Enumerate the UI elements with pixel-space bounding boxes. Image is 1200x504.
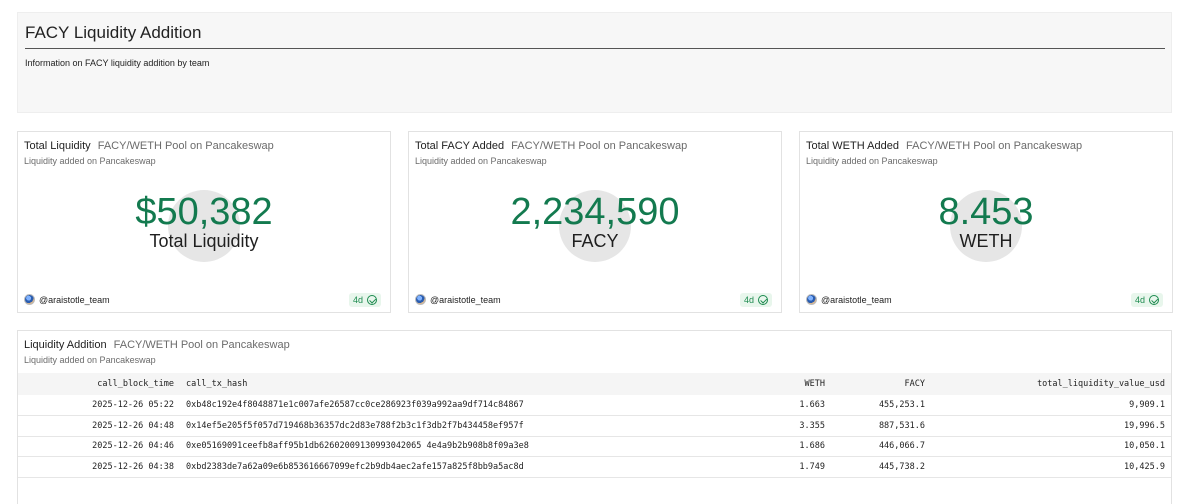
card-title[interactable]: Total Liquidity xyxy=(24,140,91,152)
avatar xyxy=(415,294,426,305)
age-badge: 4d xyxy=(739,293,772,307)
author-link[interactable]: @araistotle_team xyxy=(24,294,110,305)
counter-card-total-facy[interactable]: Total FACY Added FACY/WETH Pool on Panca… xyxy=(408,131,782,313)
cell-facy: 887,531.6 xyxy=(831,415,931,437)
cell-call-tx-hash: 0x14ef5e205f5f057d719468b36357dc2d83e788… xyxy=(180,415,741,437)
avatar xyxy=(24,294,35,305)
cell-call-block-time: 2025-12-26 04:48 xyxy=(18,415,180,437)
column-header-weth[interactable]: WETH xyxy=(741,373,831,395)
card-subtitle: FACY/WETH Pool on Pancakeswap xyxy=(113,339,290,351)
card-title[interactable]: Total WETH Added xyxy=(806,140,899,152)
table-row: 2025-12-26 04:46 0xe05169091ceefb8aff95b… xyxy=(18,436,1171,457)
card-subtitle: FACY/WETH Pool on Pancakeswap xyxy=(97,140,274,152)
counter-value: 2,234,590 xyxy=(510,191,680,233)
cell-call-tx-hash: 0xbd2383de7a62a09e6b853616667099efc2b9db… xyxy=(180,456,741,478)
age-text: 4d xyxy=(1134,295,1145,305)
card-title-row: Total Liquidity FACY/WETH Pool on Pancak… xyxy=(24,140,274,152)
cell-total-liquidity-value-usd: 9,909.1 xyxy=(931,395,1171,416)
card-description: Liquidity added on Pancakeswap xyxy=(415,156,547,166)
cell-weth: 1.663 xyxy=(741,395,831,416)
counter-card-total-liquidity[interactable]: Total Liquidity FACY/WETH Pool on Pancak… xyxy=(17,131,391,313)
card-description: Liquidity added on Pancakeswap xyxy=(24,156,156,166)
check-circle-icon xyxy=(758,295,768,305)
counter-value: 8.453 xyxy=(938,191,1034,233)
age-text: 4d xyxy=(743,295,754,305)
cell-total-liquidity-value-usd: 19,996.5 xyxy=(931,415,1171,437)
table-header-row: call_block_time call_tx_hash WETH FACY t… xyxy=(18,373,1171,395)
cell-total-liquidity-value-usd: 10,050.1 xyxy=(931,436,1171,457)
card-subtitle: FACY/WETH Pool on Pancakeswap xyxy=(511,140,688,152)
column-header-call-tx-hash[interactable]: call_tx_hash xyxy=(180,373,741,395)
check-circle-icon xyxy=(1149,295,1159,305)
card-title-row: Total WETH Added FACY/WETH Pool on Panca… xyxy=(806,140,1082,152)
cell-weth: 1.749 xyxy=(741,456,831,478)
cell-call-block-time: 2025-12-26 04:46 xyxy=(18,436,180,457)
results-table: call_block_time call_tx_hash WETH FACY t… xyxy=(18,373,1171,478)
column-header-facy[interactable]: FACY xyxy=(831,373,931,395)
page-title: FACY Liquidity Addition xyxy=(25,23,202,42)
card-title[interactable]: Liquidity Addition xyxy=(24,339,107,351)
cell-facy: 455,253.1 xyxy=(831,395,931,416)
age-text: 4d xyxy=(352,295,363,305)
counter-value: $50,382 xyxy=(135,191,273,233)
header-divider xyxy=(25,48,1165,49)
age-badge: 4d xyxy=(1130,293,1163,307)
counter-label: WETH xyxy=(959,231,1013,251)
cell-weth: 1.686 xyxy=(741,436,831,457)
card-description: Liquidity added on Pancakeswap xyxy=(24,355,156,365)
column-header-call-block-time[interactable]: call_block_time xyxy=(18,373,180,395)
cell-call-block-time: 2025-12-26 04:38 xyxy=(18,456,180,478)
author-link[interactable]: @araistotle_team xyxy=(415,294,501,305)
avatar xyxy=(806,294,817,305)
age-badge: 4d xyxy=(348,293,381,307)
table-row: 2025-12-26 05:22 0xb48c192e4f8048871e1c0… xyxy=(18,395,1171,416)
author-link[interactable]: @araistotle_team xyxy=(806,294,892,305)
table-row: 2025-12-26 04:38 0xbd2383de7a62a09e6b853… xyxy=(18,456,1171,478)
counter-card-total-weth[interactable]: Total WETH Added FACY/WETH Pool on Panca… xyxy=(799,131,1173,313)
card-title-row: Total FACY Added FACY/WETH Pool on Panca… xyxy=(415,140,687,152)
cell-weth: 3.355 xyxy=(741,415,831,437)
author-name: @araistotle_team xyxy=(821,294,892,305)
column-header-total-liquidity-value-usd[interactable]: total_liquidity_value_usd xyxy=(931,373,1171,395)
cell-call-tx-hash: 0xb48c192e4f8048871e1c007afe26587cc0ce28… xyxy=(180,395,741,416)
cell-call-block-time: 2025-12-26 05:22 xyxy=(18,395,180,416)
card-title-row: Liquidity Addition FACY/WETH Pool on Pan… xyxy=(24,339,290,351)
cell-call-tx-hash: 0xe05169091ceefb8aff95b1db62602009130993… xyxy=(180,436,741,457)
counter-label: FACY xyxy=(571,231,619,251)
counter-label: Total Liquidity xyxy=(149,231,259,251)
cell-facy: 445,738.2 xyxy=(831,456,931,478)
author-name: @araistotle_team xyxy=(430,294,501,305)
card-title[interactable]: Total FACY Added xyxy=(415,140,504,152)
author-name: @araistotle_team xyxy=(39,294,110,305)
check-circle-icon xyxy=(367,295,377,305)
card-description: Liquidity added on Pancakeswap xyxy=(806,156,938,166)
table-card-liquidity-addition: Liquidity Addition FACY/WETH Pool on Pan… xyxy=(17,330,1172,504)
dashboard-header: FACY Liquidity Addition Information on F… xyxy=(17,12,1172,113)
table-row: 2025-12-26 04:48 0x14ef5e205f5f057d71946… xyxy=(18,415,1171,437)
cell-total-liquidity-value-usd: 10,425.9 xyxy=(931,456,1171,478)
card-subtitle: FACY/WETH Pool on Pancakeswap xyxy=(906,140,1083,152)
page-description: Information on FACY liquidity addition b… xyxy=(25,58,210,68)
cell-facy: 446,066.7 xyxy=(831,436,931,457)
